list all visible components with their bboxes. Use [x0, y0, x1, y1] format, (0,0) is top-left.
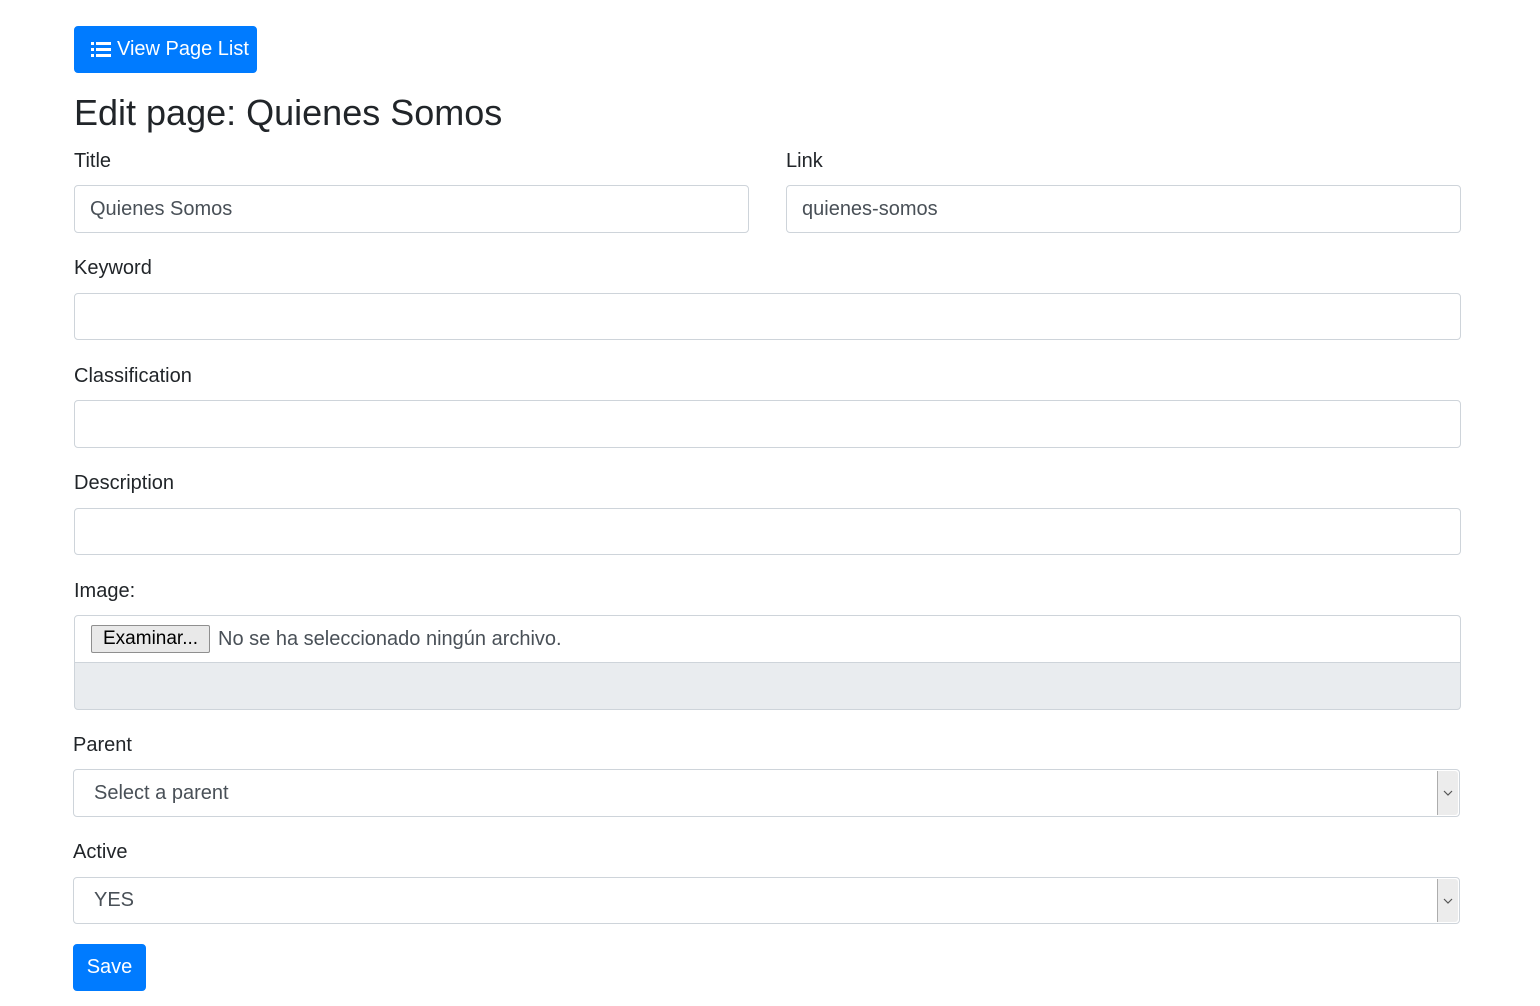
image-label: Image:: [74, 580, 136, 602]
description-input[interactable]: [74, 508, 1461, 555]
parent-select-value: Select a parent: [94, 781, 229, 804]
active-select[interactable]: YES: [73, 877, 1460, 924]
browse-file-button[interactable]: Examinar...: [91, 625, 211, 653]
title-input[interactable]: Quienes Somos: [74, 185, 749, 233]
image-path-readonly: [74, 662, 1461, 710]
view-page-list-label: View Page List: [117, 38, 249, 60]
link-input[interactable]: quienes-somos: [786, 185, 1461, 233]
classification-input[interactable]: [74, 400, 1461, 448]
description-label: Description: [74, 472, 175, 494]
file-status-text: No se ha seleccionado ningún archivo.: [218, 627, 562, 650]
active-select-value: YES: [94, 889, 135, 911]
classification-label: Classification: [74, 365, 192, 387]
keyword-label: Keyword: [74, 257, 152, 279]
link-label: Link: [786, 150, 823, 172]
parent-label: Parent: [73, 734, 132, 756]
chevron-down-icon: [1437, 879, 1458, 922]
chevron-down-icon: [1437, 771, 1458, 815]
page-title: Edit page: Quienes Somos: [74, 92, 503, 133]
link-input-value: quienes-somos: [802, 197, 938, 220]
save-button-label: Save: [86, 956, 133, 978]
save-button[interactable]: Save: [73, 944, 146, 991]
title-label: Title: [74, 150, 112, 172]
list-icon: [91, 41, 111, 58]
active-label: Active: [73, 841, 128, 863]
parent-select[interactable]: Select a parent: [73, 769, 1460, 817]
title-input-value: Quienes Somos: [90, 197, 233, 220]
view-page-list-button[interactable]: View Page List: [74, 26, 257, 73]
image-file-input[interactable]: Examinar... No se ha seleccionado ningún…: [74, 615, 1461, 663]
keyword-input[interactable]: [74, 293, 1461, 340]
